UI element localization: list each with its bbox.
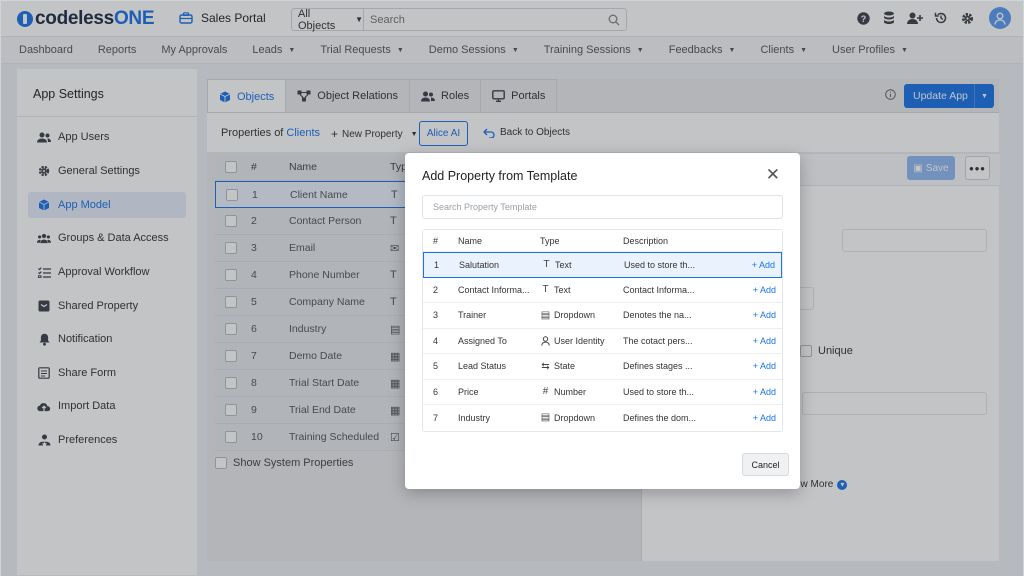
- row-number: 7: [433, 412, 439, 423]
- template-type: T Text: [541, 259, 572, 271]
- column-header-number: #: [433, 235, 439, 246]
- user-identity-type-icon: [540, 336, 551, 346]
- add-template-button[interactable]: + Add: [753, 336, 776, 346]
- template-type-label: Text: [554, 284, 571, 295]
- close-icon[interactable]: ✕: [766, 166, 780, 183]
- template-type: # Number: [540, 386, 586, 397]
- number-type-icon: #: [542, 386, 549, 398]
- template-type: T Text: [540, 284, 571, 296]
- column-header-description: Description: [623, 235, 669, 246]
- column-header-type: Type: [540, 235, 560, 246]
- row-number: 3: [433, 310, 439, 321]
- template-table: # Name Type Description 1 Salutation T Te…: [422, 229, 783, 432]
- template-name: Price: [458, 386, 479, 397]
- template-type-label: Dropdown: [554, 412, 596, 423]
- template-description: Used to store th...: [624, 259, 696, 270]
- template-type-label: State: [554, 361, 576, 372]
- text-type-icon: T: [543, 259, 550, 271]
- template-name: Assigned To: [458, 335, 507, 346]
- template-type: ⇆ State: [540, 361, 575, 372]
- template-type-label: Number: [554, 386, 587, 397]
- row-number: 5: [433, 361, 439, 372]
- table-row[interactable]: 2 Contact Informa... T Text Contact Infor…: [423, 278, 782, 303]
- cancel-button[interactable]: Cancel: [742, 453, 789, 476]
- template-description: Contact Informa...: [623, 284, 695, 295]
- table-row[interactable]: 3 Trainer ▤ Dropdown Denotes the na... + …: [423, 303, 782, 329]
- template-name: Lead Status: [458, 361, 507, 372]
- table-row[interactable]: 6 Price # Number Used to store th... + Ad…: [423, 380, 782, 405]
- template-type: ▤ Dropdown: [540, 412, 595, 423]
- template-type-label: Text: [555, 259, 572, 270]
- row-number: 1: [434, 259, 440, 270]
- row-number: 4: [433, 335, 439, 346]
- template-search-input[interactable]: [422, 195, 783, 219]
- text-type-icon: T: [542, 284, 549, 296]
- add-template-button[interactable]: + Add: [753, 361, 776, 371]
- template-type-label: Dropdown: [554, 310, 596, 321]
- add-template-button[interactable]: + Add: [753, 285, 776, 295]
- table-row[interactable]: 4 Assigned To User Identity The cotact p…: [423, 329, 782, 354]
- table-row[interactable]: 7 Industry ▤ Dropdown Defines the dom... …: [423, 405, 782, 431]
- dialog-title: Add Property from Template: [422, 169, 578, 183]
- row-number: 2: [433, 284, 439, 295]
- template-description: Defines the dom...: [623, 412, 697, 423]
- template-type: ▤ Dropdown: [540, 310, 595, 321]
- template-description: Used to store th...: [623, 386, 695, 397]
- template-name: Contact Informa...: [458, 284, 530, 295]
- add-template-button[interactable]: + Add: [752, 260, 775, 270]
- state-type-icon: ⇆: [541, 360, 550, 372]
- add-template-button[interactable]: + Add: [753, 310, 776, 320]
- template-description: Denotes the na...: [623, 310, 692, 321]
- add-template-button[interactable]: + Add: [753, 387, 776, 397]
- template-description: Defines stages ...: [623, 361, 693, 372]
- template-description: The cotact pers...: [623, 335, 693, 346]
- dropdown-type-icon: ▤: [540, 412, 551, 424]
- template-name: Trainer: [458, 310, 487, 321]
- row-number: 6: [433, 386, 439, 397]
- table-row[interactable]: 1 Salutation T Text Used to store th... +…: [423, 252, 782, 278]
- template-name: Industry: [458, 412, 491, 423]
- template-type: User Identity: [540, 336, 605, 346]
- add-property-template-dialog: Add Property from Template ✕ # Name Type…: [405, 153, 800, 489]
- table-header: # Name Type Description: [423, 230, 782, 252]
- dropdown-type-icon: ▤: [540, 309, 551, 321]
- template-type-label: User Identity: [554, 335, 605, 346]
- add-template-button[interactable]: + Add: [753, 413, 776, 423]
- template-name: Salutation: [459, 259, 500, 270]
- table-row[interactable]: 5 Lead Status ⇆ State Defines stages ... …: [423, 354, 782, 380]
- column-header-name: Name: [458, 235, 483, 246]
